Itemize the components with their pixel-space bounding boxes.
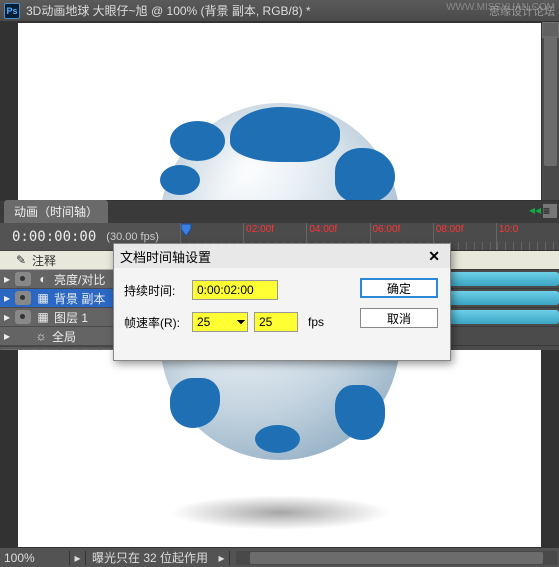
fps-suffix: fps (308, 315, 324, 329)
visibility-icon[interactable] (15, 310, 31, 324)
comment-icon: ✎ (14, 253, 28, 267)
collapse-icon[interactable]: ◂◂ (529, 203, 541, 217)
globe-artwork (160, 103, 400, 200)
visibility-icon[interactable] (15, 291, 31, 305)
framerate-input[interactable] (254, 312, 298, 332)
ruler-tick: 10:0 (496, 223, 559, 250)
vertical-scrollbar[interactable] (542, 22, 559, 200)
lighting-icon: ☼ (34, 329, 48, 343)
row-label: 背景 副本 (54, 290, 105, 307)
fps-readout: (30.00 fps) (106, 231, 159, 243)
globe-artwork (160, 350, 400, 460)
framerate-label: 帧速率(R): (124, 314, 192, 331)
status-message: 曝光只在 32 位起作用 (86, 549, 214, 566)
canvas-area-upper (0, 22, 559, 200)
document-title: 3D动画地球 大眼仔~旭 @ 100% (背景 副本, RGB/8) * (26, 2, 489, 19)
status-bar: 100% ▸ 曝光只在 32 位起作用 ▸ (0, 547, 559, 567)
canvas-area-lower (0, 350, 559, 547)
cancel-button[interactable]: 取消 (360, 308, 438, 328)
row-label: 亮度/对比 (54, 271, 105, 288)
shadow-artwork (170, 495, 390, 530)
layer-icon: ▦ (36, 291, 50, 305)
ok-button[interactable]: 确定 (360, 278, 438, 298)
visibility-icon[interactable] (15, 272, 31, 286)
row-label: 图层 1 (54, 309, 88, 326)
watermark-url: WWW.MISSYUAN.COM (446, 2, 555, 13)
timeline-settings-dialog: 文档时间轴设置 ✕ 持续时间: 帧速率(R): 25 fps 确定 取消 (113, 243, 451, 361)
zoom-level[interactable]: 100% (0, 551, 70, 565)
timeline-tabbar: 动画（时间轴） ◂◂ ≡ (0, 201, 559, 223)
document-canvas[interactable] (18, 23, 541, 200)
close-icon[interactable]: ✕ (424, 248, 444, 265)
duration-input[interactable] (192, 280, 278, 300)
status-dropdown-icon[interactable]: ▸ (214, 551, 230, 565)
document-canvas[interactable] (18, 350, 541, 547)
current-time[interactable]: 0:00:00:00 (12, 229, 96, 245)
adjustment-layer-icon: ◐ (36, 272, 50, 286)
photoshop-icon: Ps (4, 3, 20, 19)
zoom-dropdown-icon[interactable]: ▸ (70, 551, 86, 565)
horizontal-scrollbar[interactable] (236, 551, 557, 565)
layer-icon: ▦ (36, 310, 50, 324)
tab-animation-timeline[interactable]: 动画（时间轴） (4, 200, 108, 223)
dialog-title-text: 文档时间轴设置 (120, 247, 424, 266)
row-label: 全局 (52, 328, 76, 345)
row-label: 注释 (32, 252, 56, 269)
framerate-select[interactable]: 25 (192, 312, 248, 332)
dialog-titlebar[interactable]: 文档时间轴设置 ✕ (114, 244, 450, 268)
panel-menu-icon[interactable]: ≡ (543, 204, 557, 218)
duration-label: 持续时间: (124, 282, 192, 299)
